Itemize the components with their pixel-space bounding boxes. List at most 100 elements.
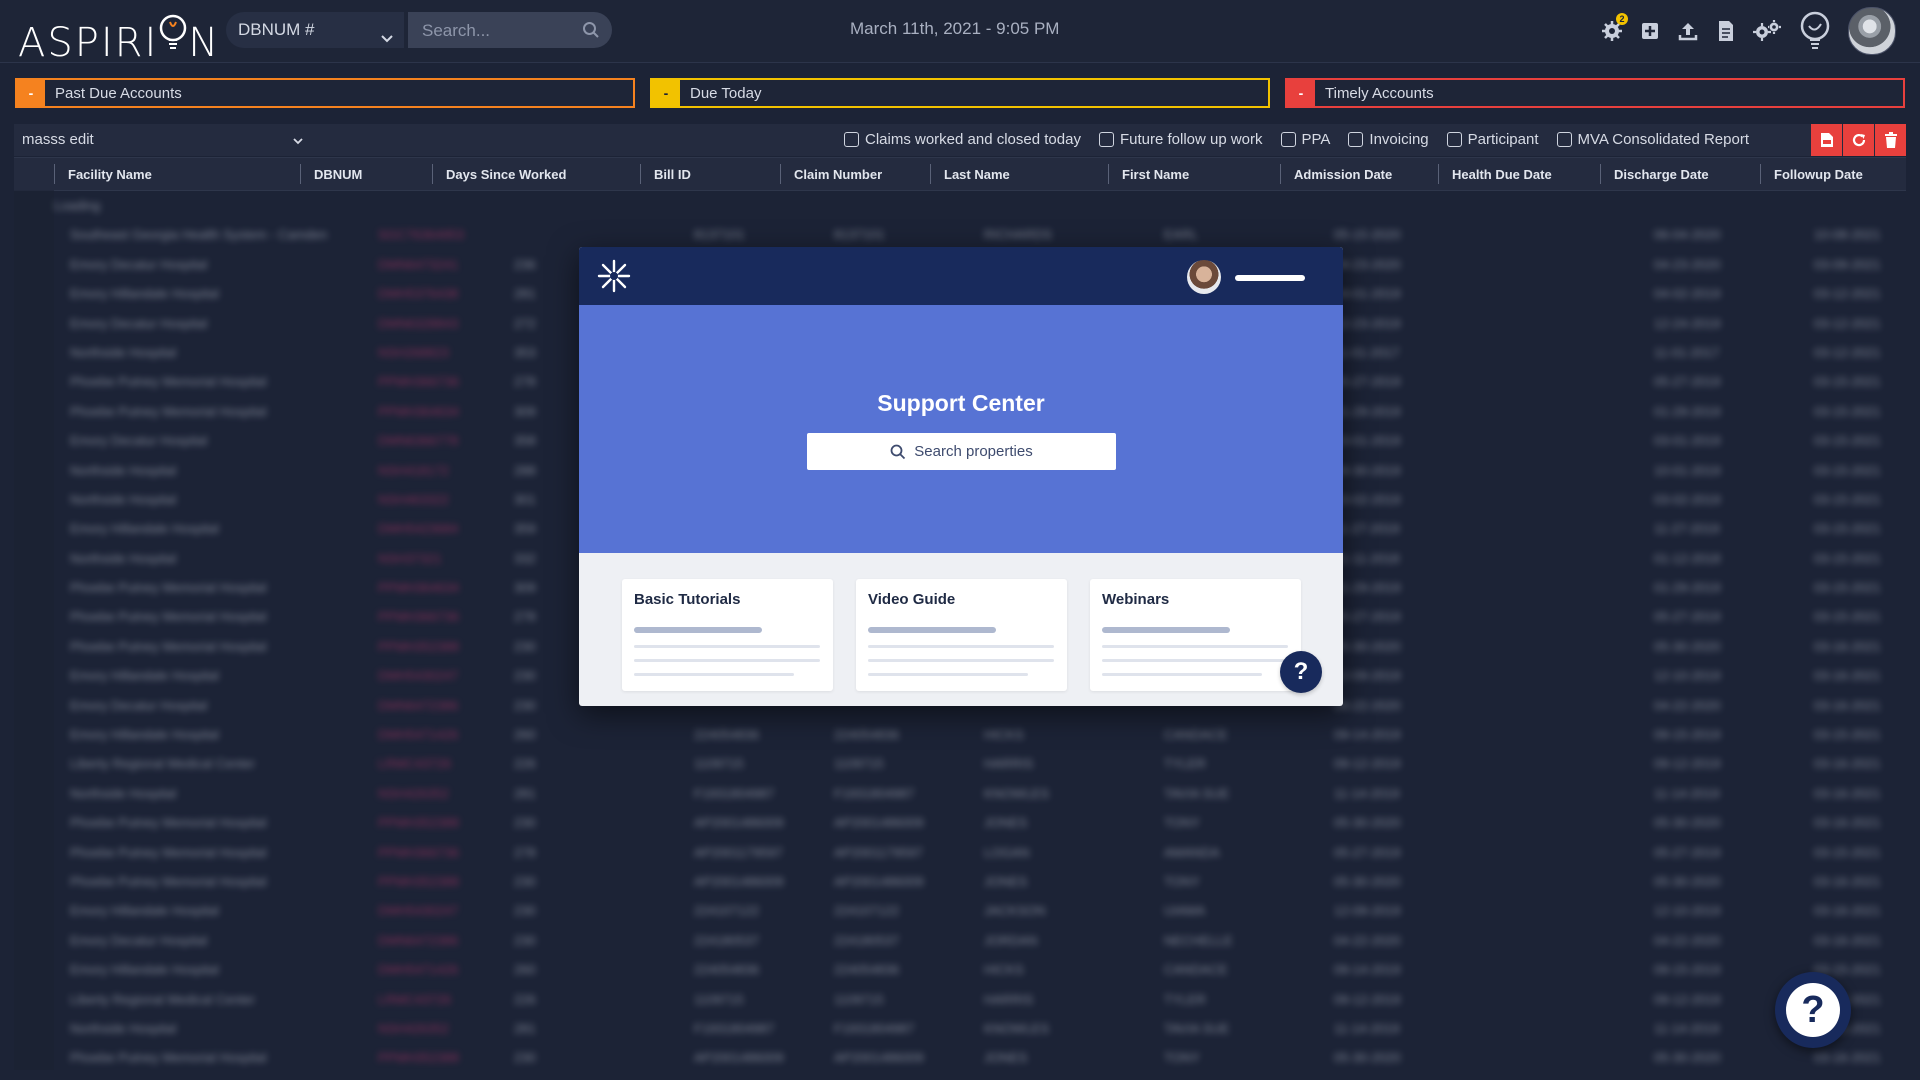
cell-dbnum[interactable]: NSH463322 — [378, 492, 449, 507]
column-header-dbnum[interactable]: DBNUM — [314, 167, 362, 182]
document-icon[interactable] — [1714, 19, 1738, 43]
column-header-followup-date[interactable]: Followup Date — [1774, 167, 1863, 182]
add-box-icon[interactable] — [1638, 19, 1662, 43]
cell-dbnum[interactable]: DMH5430247 — [378, 668, 458, 683]
cell-dbnum[interactable]: LRMC43726 — [378, 756, 451, 771]
checkbox-box[interactable] — [1098, 132, 1114, 147]
user-avatar[interactable] — [1848, 7, 1896, 55]
column-divider[interactable] — [780, 164, 781, 184]
checkbox-claims-worked[interactable]: Claims worked and closed today — [844, 131, 1081, 148]
checkbox-future-follow-up[interactable]: Future follow up work — [1098, 131, 1263, 148]
cell-dbnum[interactable]: DMN6472386 — [378, 698, 458, 713]
table-row[interactable]: Northside Hospital NSH426352 281 F193180498… — [14, 1013, 1906, 1042]
bucket-due-today[interactable]: - Due Today — [650, 78, 1270, 108]
cell-dbnum[interactable]: DMH5376438 — [378, 286, 458, 301]
checkbox-participant[interactable]: Participant — [1446, 131, 1539, 148]
column-header-claim-number[interactable]: Claim Number — [794, 167, 882, 182]
cell-dbnum[interactable]: PPMH352388 — [378, 874, 459, 889]
aspirion-logo[interactable]: ASPIRI N — [18, 6, 220, 66]
alert-gear-icon[interactable]: 2 — [1600, 13, 1628, 43]
column-header-admission-date[interactable]: Admission Date — [1294, 167, 1392, 182]
card-webinars[interactable]: Webinars — [1090, 579, 1301, 691]
cell-dbnum[interactable]: DMH5471426 — [378, 727, 458, 742]
column-header-bill-id[interactable]: Bill ID — [654, 167, 691, 182]
dbnum-select[interactable]: DBNUM # — [226, 12, 404, 48]
column-divider[interactable] — [1280, 164, 1281, 184]
column-divider[interactable] — [1760, 164, 1761, 184]
bucket-toggle[interactable]: - — [652, 80, 680, 106]
cell-dbnum[interactable]: NSH426352 — [378, 1021, 449, 1036]
idea-bulb-icon[interactable] — [1796, 8, 1834, 54]
column-divider[interactable] — [1600, 164, 1601, 184]
mass-edit-select[interactable]: masss edit — [22, 131, 304, 148]
cell-dbnum[interactable]: DMH5471426 — [378, 962, 458, 977]
checkbox-ppa[interactable]: PPA — [1280, 131, 1330, 148]
column-divider[interactable] — [640, 164, 641, 184]
table-row[interactable]: Liberty Regional Medical Center LRMC43726… — [14, 984, 1906, 1013]
cell-dbnum[interactable]: PPMH366736 — [378, 845, 459, 860]
cell-dbnum[interactable]: LRMC43726 — [378, 992, 451, 1007]
cell-dbnum[interactable]: PPMH352388 — [378, 639, 459, 654]
cell-dbnum[interactable]: DMN6328843 — [378, 316, 458, 331]
table-row[interactable]: Southeast Georgia Health System - Camden… — [14, 219, 1906, 248]
cell-dbnum[interactable]: SGC76364953 — [378, 227, 464, 242]
cell-dbnum[interactable]: NSH268823 — [378, 345, 449, 360]
table-row[interactable]: Emory Hillandale Hospital DMH5430247 230 22… — [14, 895, 1906, 924]
cell-dbnum[interactable]: PPMH352388 — [378, 1050, 459, 1065]
checkbox-box[interactable] — [1348, 132, 1364, 147]
cell-dbnum[interactable]: DMN6366778 — [378, 433, 458, 448]
cell-dbnum[interactable]: NSH37321 — [378, 551, 442, 566]
column-divider[interactable] — [930, 164, 931, 184]
table-row[interactable]: Emory Hillandale Hospital DMH5471426 260 22… — [14, 719, 1906, 748]
cell-dbnum[interactable]: PPMH364634 — [378, 404, 459, 419]
cell-dbnum[interactable]: PPMH352388 — [378, 815, 459, 830]
checkbox-invoicing[interactable]: Invoicing — [1348, 131, 1429, 148]
column-header-health-due-date[interactable]: Health Due Date — [1452, 167, 1552, 182]
checkbox-box[interactable] — [1280, 132, 1296, 147]
search-icon[interactable] — [582, 21, 600, 42]
cell-dbnum[interactable]: DMH5430247 — [378, 903, 458, 918]
export-pdf-button[interactable] — [1811, 124, 1842, 156]
checkbox-box[interactable] — [844, 132, 859, 147]
bucket-toggle[interactable]: - — [17, 80, 45, 106]
table-row[interactable]: Phoebe Putney Memorial Hospital PPMH35238… — [14, 1042, 1906, 1070]
column-header-days-since-worked[interactable]: Days Since Worked — [446, 167, 566, 182]
search-input[interactable] — [420, 18, 574, 44]
table-row[interactable]: Liberty Regional Medical Center LRMC43726… — [14, 748, 1906, 777]
column-header-last-name[interactable]: Last Name — [944, 167, 1010, 182]
floating-help-button[interactable]: ? — [1775, 972, 1851, 1048]
support-search-button[interactable]: Search properties — [807, 433, 1116, 470]
card-basic-tutorials[interactable]: Basic Tutorials — [622, 579, 833, 691]
cell-dbnum[interactable]: DMN6473241 — [378, 257, 458, 272]
bucket-past-due[interactable]: - Past Due Accounts — [15, 78, 635, 108]
table-row[interactable]: Emory Decatur Hospital DMN6472386 230 22418… — [14, 925, 1906, 954]
checkbox-box[interactable] — [1556, 132, 1572, 147]
column-header-discharge-date[interactable]: Discharge Date — [1614, 167, 1709, 182]
table-row[interactable]: Phoebe Putney Memorial Hospital PPMH35238… — [14, 807, 1906, 836]
column-divider[interactable] — [1108, 164, 1109, 184]
column-header-facility-name[interactable]: Facility Name — [68, 167, 152, 182]
column-divider[interactable] — [300, 164, 301, 184]
checkbox-mva-report[interactable]: MVA Consolidated Report — [1556, 131, 1749, 148]
card-video-guide[interactable]: Video Guide — [856, 579, 1067, 691]
cell-dbnum[interactable]: PPMH364634 — [378, 580, 459, 595]
settings-icon[interactable] — [1752, 19, 1782, 43]
column-divider[interactable] — [432, 164, 433, 184]
upload-icon[interactable] — [1676, 19, 1700, 43]
table-row[interactable]: Northside Hospital NSH426352 281 F193180498… — [14, 778, 1906, 807]
modal-help-button[interactable]: ? — [1280, 651, 1322, 693]
table-row[interactable]: Phoebe Putney Memorial Hospital PPMH35238… — [14, 866, 1906, 895]
refresh-button[interactable] — [1843, 124, 1874, 156]
cell-dbnum[interactable]: NSH426352 — [378, 786, 449, 801]
modal-user-avatar[interactable] — [1187, 260, 1221, 294]
table-row[interactable]: Emory Hillandale Hospital DMH5471426 260 22… — [14, 954, 1906, 983]
bucket-timely[interactable]: - Timely Accounts — [1285, 78, 1905, 108]
cell-dbnum[interactable]: PPMH366736 — [378, 374, 459, 389]
table-row[interactable]: Phoebe Putney Memorial Hospital PPMH36673… — [14, 837, 1906, 866]
cell-dbnum[interactable]: PPMH366736 — [378, 609, 459, 624]
cell-dbnum[interactable]: NSH418172 — [378, 463, 449, 478]
checkbox-box[interactable] — [1446, 132, 1462, 147]
column-header-first-name[interactable]: First Name — [1122, 167, 1189, 182]
cell-dbnum[interactable]: DMH5423684 — [378, 521, 458, 536]
column-divider[interactable] — [1438, 164, 1439, 184]
